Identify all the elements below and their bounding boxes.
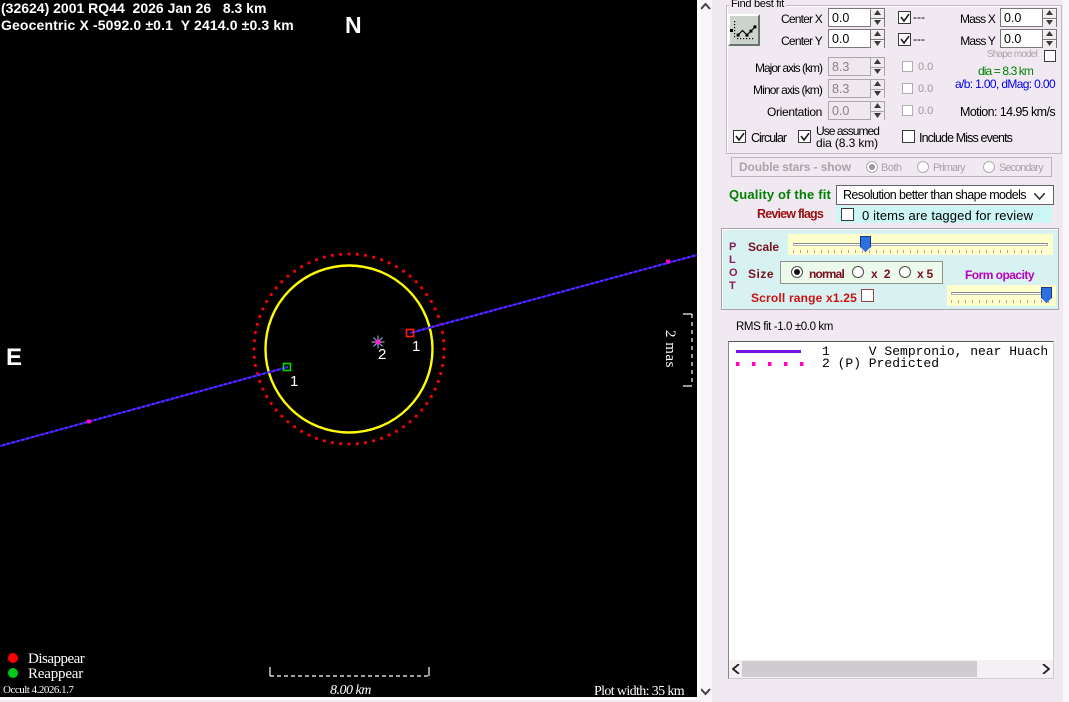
svg-text:8.00 km: 8.00 km: [330, 683, 371, 698]
svg-text:Plot width: 35 km: Plot width: 35 km: [594, 684, 685, 699]
svg-text:2: 2: [378, 346, 386, 363]
svg-text:Disappear: Disappear: [28, 651, 85, 667]
svg-text:1: 1: [290, 373, 298, 390]
svg-text:2 mas: 2 mas: [662, 330, 678, 368]
svg-text:Reappear: Reappear: [28, 666, 83, 682]
svg-text:1: 1: [412, 338, 420, 355]
svg-text:Geocentric X -5092.0 ±0.1 Y 2: Geocentric X -5092.0 ±0.1 Y 2414.0 ±0.3 …: [1, 17, 294, 33]
svg-text:N: N: [345, 12, 362, 38]
svg-text:(32624) 2001 RQ44 2026 Jan 26: (32624) 2001 RQ44 2026 Jan 26 8.3 km: [1, 0, 266, 16]
svg-text:Occult 4.2026.1.7: Occult 4.2026.1.7: [3, 684, 74, 696]
svg-text:E: E: [6, 344, 22, 371]
